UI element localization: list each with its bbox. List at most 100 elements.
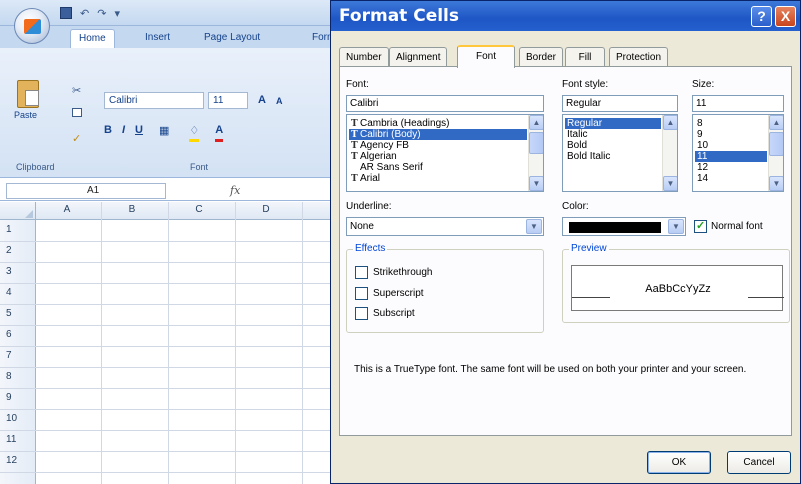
help-button[interactable]: ?	[751, 6, 772, 27]
row-header[interactable]: 4	[0, 283, 36, 304]
save-icon[interactable]	[60, 7, 72, 19]
ribbon-tab-page-layout[interactable]: Page Layout	[196, 29, 268, 48]
office-button[interactable]	[14, 8, 50, 44]
size-list[interactable]: 8 9 10 11 12 14 ▲ ▼	[692, 114, 784, 192]
scroll-down-icon[interactable]: ▼	[769, 176, 783, 191]
column-header-c[interactable]: C	[168, 204, 230, 215]
fill-color-icon[interactable]: ♢	[189, 124, 200, 142]
list-item[interactable]: 8	[695, 118, 767, 129]
scroll-down-icon[interactable]: ▼	[663, 176, 677, 191]
ribbon-tab-home[interactable]: Home	[70, 29, 115, 48]
list-item[interactable]: T Agency FB	[349, 140, 527, 151]
row-header[interactable]: 7	[0, 346, 36, 367]
scroll-down-icon[interactable]: ▼	[529, 176, 543, 191]
list-item[interactable]: Regular	[565, 118, 661, 129]
list-item[interactable]: Italic	[565, 129, 661, 140]
list-item[interactable]: T Arial	[349, 173, 527, 184]
column-header-b[interactable]: B	[101, 204, 163, 215]
strikethrough-checkbox[interactable]	[355, 266, 368, 279]
size-list-scrollbar[interactable]: ▲ ▼	[768, 115, 783, 191]
row-header[interactable]: 6	[0, 325, 36, 346]
tab-font[interactable]: Font	[457, 45, 515, 68]
row-header[interactable]: 9	[0, 388, 36, 409]
column-header-a[interactable]: A	[36, 204, 98, 215]
font-list-scrollbar[interactable]: ▲ ▼	[528, 115, 543, 191]
font-style-input[interactable]: Regular	[562, 95, 678, 112]
shrink-font-button[interactable]: A	[276, 96, 283, 106]
font-color-button[interactable]: A	[215, 124, 224, 142]
paste-button[interactable]: Paste	[14, 80, 42, 128]
scroll-thumb[interactable]	[769, 132, 783, 156]
italic-button[interactable]: I	[122, 124, 125, 142]
row-header[interactable]: 5	[0, 304, 36, 325]
copy-icon[interactable]	[72, 108, 82, 117]
scroll-up-icon[interactable]: ▲	[769, 115, 783, 130]
ribbon-font-size-box[interactable]: 11	[208, 92, 248, 109]
row-header[interactable]: 8	[0, 367, 36, 388]
scroll-up-icon[interactable]: ▲	[529, 115, 543, 130]
ok-button[interactable]: OK	[647, 451, 711, 474]
row-header[interactable]: 3	[0, 262, 36, 283]
effects-group: Effects Strikethrough Superscript Subscr…	[346, 243, 544, 333]
chevron-down-icon[interactable]: ▼	[526, 219, 542, 234]
list-item[interactable]: AR Sans Serif	[349, 162, 527, 173]
tab-border[interactable]: Border	[519, 47, 564, 67]
list-item[interactable]: T Cambria (Headings)	[349, 118, 527, 129]
scroll-thumb[interactable]	[529, 132, 543, 154]
tab-protection[interactable]: Protection	[609, 47, 669, 67]
ribbon-tab-insert[interactable]: Insert	[137, 29, 178, 48]
list-item[interactable]: Bold	[565, 140, 661, 151]
list-item[interactable]: T Calibri (Body)	[349, 129, 527, 140]
tab-number[interactable]: Number	[339, 47, 389, 67]
list-item[interactable]: 9	[695, 129, 767, 140]
superscript-checkbox[interactable]	[355, 287, 368, 300]
format-painter-icon[interactable]: ✓	[72, 132, 82, 145]
style-list-scrollbar[interactable]: ▲ ▼	[662, 115, 677, 191]
close-button[interactable]: X	[775, 6, 796, 27]
dialog-title-bar[interactable]: Format Cells ? X	[331, 1, 800, 31]
name-box[interactable]: A1	[6, 183, 166, 199]
list-item[interactable]: 10	[695, 140, 767, 151]
row-header[interactable]: 2	[0, 241, 36, 262]
redo-icon[interactable]: ↷	[97, 7, 106, 20]
cancel-button[interactable]: Cancel	[727, 451, 791, 474]
font-tab-panel: Font: Calibri T Cambria (Headings) T Calib…	[339, 66, 792, 436]
list-item[interactable]: 14	[695, 173, 767, 184]
grid-line	[302, 202, 303, 484]
row-header[interactable]: 1	[0, 220, 36, 241]
size-input[interactable]: 11	[692, 95, 784, 112]
list-item[interactable]: Bold Italic	[565, 151, 661, 162]
grow-font-button[interactable]: A	[258, 94, 266, 106]
tab-fill[interactable]: Fill	[565, 47, 605, 67]
list-item[interactable]: T Algerian	[349, 151, 527, 162]
column-header-d[interactable]: D	[235, 204, 297, 215]
list-item[interactable]: 11	[695, 151, 767, 162]
chevron-down-icon[interactable]: ▼	[668, 219, 684, 234]
font-style-list[interactable]: Regular Italic Bold Bold Italic ▲ ▼	[562, 114, 678, 192]
row-header[interactable]: 11	[0, 430, 36, 451]
customize-qat-icon[interactable]: ▾	[114, 7, 120, 20]
row-header[interactable]: 12	[0, 451, 36, 472]
undo-icon[interactable]: ↶	[80, 7, 89, 20]
cut-icon[interactable]: ✂	[72, 84, 82, 97]
preview-baseline	[748, 297, 784, 298]
grid-line	[0, 409, 340, 410]
underline-select[interactable]: None ▼	[346, 217, 544, 236]
normal-font-checkbox[interactable]	[694, 219, 707, 233]
insert-function-icon[interactable]: fx	[230, 184, 240, 197]
underline-button[interactable]: U	[135, 124, 143, 142]
subscript-checkbox[interactable]	[355, 307, 368, 320]
borders-icon[interactable]: ▦	[159, 124, 169, 142]
list-item[interactable]: 12	[695, 162, 767, 173]
color-select[interactable]: ▼	[562, 217, 686, 236]
bold-button[interactable]: B	[104, 124, 112, 142]
tab-alignment[interactable]: Alignment	[389, 47, 448, 67]
select-all-corner[interactable]	[0, 202, 36, 220]
font-input[interactable]: Calibri	[346, 95, 544, 112]
row-header[interactable]: 10	[0, 409, 36, 430]
grid-line	[0, 283, 340, 284]
ribbon-font-name-box[interactable]: Calibri	[104, 92, 204, 109]
scroll-up-icon[interactable]: ▲	[663, 115, 677, 130]
worksheet-grid[interactable]: A B C D 1 2 3 4 5 6 7 8 9 10 11 12	[0, 202, 340, 484]
font-list[interactable]: T Cambria (Headings) T Calibri (Body) T Age…	[346, 114, 544, 192]
